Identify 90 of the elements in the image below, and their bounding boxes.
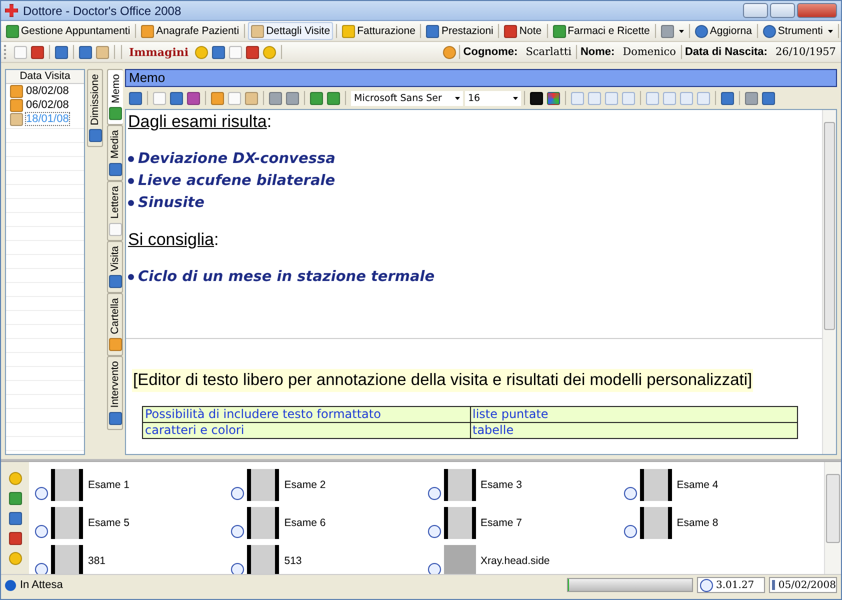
clock-icon xyxy=(428,487,440,500)
visit-row[interactable]: 06/02/08 xyxy=(6,98,84,112)
bullet-icon xyxy=(128,200,134,206)
side-tab[interactable]: Dimissione xyxy=(87,69,103,148)
image-label: Esame 3 xyxy=(480,479,522,491)
heading-text: Si consiglia: xyxy=(128,230,220,250)
bullet-item: Sinusite xyxy=(138,194,204,213)
image-label: Esame 6 xyxy=(284,517,326,529)
image-label: Esame 7 xyxy=(480,517,522,529)
minimize-button[interactable] xyxy=(743,3,768,18)
bullet-icon xyxy=(128,274,134,280)
clock-icon xyxy=(35,487,48,500)
image-label: Esame 2 xyxy=(284,479,326,491)
menu-item[interactable]: Fatturazione xyxy=(340,22,418,40)
side-tab[interactable]: Lettera xyxy=(107,180,123,240)
field-value: Scarlatti xyxy=(526,46,572,58)
bullet-item: Ciclo di un mese in stazione termale xyxy=(138,268,435,287)
images-label: Immagini xyxy=(129,46,189,58)
caret-icon xyxy=(678,30,684,32)
menu-item[interactable]: Note xyxy=(502,22,544,40)
image-label: 381 xyxy=(88,555,106,567)
side-tab[interactable]: Memo xyxy=(107,69,123,126)
image-label: Esame 5 xyxy=(88,517,130,529)
clock-icon xyxy=(428,525,440,538)
scrollbar[interactable] xyxy=(822,110,836,454)
bullet-item: Deviazione DX-convessa xyxy=(138,150,336,169)
thumbnail-image[interactable] xyxy=(247,469,280,501)
image-label: Esame 4 xyxy=(676,479,718,491)
thumbnail-image[interactable] xyxy=(444,469,476,501)
menu-item[interactable]: Aggiorna xyxy=(692,22,754,40)
caret-icon xyxy=(513,96,518,100)
scrollbar[interactable] xyxy=(824,462,841,574)
menu-item[interactable]: Gestione Appuntamenti xyxy=(4,22,132,40)
thumbnail-image[interactable] xyxy=(444,545,476,574)
table-cell: liste puntate xyxy=(470,406,798,422)
table-cell: caratteri e colori xyxy=(142,422,470,438)
field-label: Cognome: xyxy=(463,46,518,58)
table-cell: tabelle xyxy=(470,422,798,438)
side-tab[interactable]: Media xyxy=(107,125,123,181)
note-text: [Editor di testo libero per annotazione della visita e risultati dei modelli personalizzati] xyxy=(132,369,754,392)
field-label: Nome: xyxy=(580,46,615,58)
clock-icon xyxy=(428,563,440,574)
side-tab[interactable]: Visita xyxy=(107,240,123,293)
field-label: Data di Nascita: xyxy=(684,46,768,58)
size-dropdown[interactable]: 16 xyxy=(465,90,521,106)
date-field: 05/02/2008 xyxy=(769,577,837,593)
clock-icon xyxy=(35,525,48,538)
caret-icon xyxy=(455,96,460,100)
clock-icon xyxy=(624,487,637,500)
clock-icon xyxy=(624,525,637,538)
field-value: 26/10/1957 xyxy=(775,46,836,58)
clock-icon xyxy=(35,563,48,574)
caret-icon xyxy=(828,30,833,32)
image-label: 513 xyxy=(284,555,302,567)
menu-item[interactable]: Farmaci e Ricette xyxy=(550,22,652,40)
panel-header: Memo xyxy=(125,69,837,87)
side-tab[interactable]: Intervento xyxy=(107,356,123,430)
thumbnail-image[interactable] xyxy=(247,545,280,574)
image-label: Esame 1 xyxy=(88,479,130,491)
menu-item[interactable]: Prestazioni xyxy=(424,22,496,40)
font-dropdown[interactable]: Microsoft Sans Ser xyxy=(351,90,463,106)
close-button[interactable] xyxy=(797,3,837,18)
thumbnail-image[interactable] xyxy=(51,507,83,539)
thumbnail-image[interactable] xyxy=(51,469,83,501)
bullet-icon xyxy=(128,156,134,162)
visit-row[interactable]: 08/02/08 xyxy=(6,84,84,98)
menu-item[interactable]: Dettagli Visite xyxy=(248,22,334,40)
status-text: In Attesa xyxy=(20,579,63,591)
heading-text: Dagli esami risulta: xyxy=(128,112,273,132)
field-value: Domenico xyxy=(622,46,676,58)
table-cell: Possibilità di includere testo formattato xyxy=(142,406,470,422)
thumbnail-image[interactable] xyxy=(640,469,672,501)
bullet-icon xyxy=(128,178,134,184)
bullet-item: Lieve acufene bilaterale xyxy=(138,172,336,191)
clock-icon xyxy=(231,525,244,538)
time-field: 3.01.27 xyxy=(697,577,765,593)
image-label: Xray.head.side xyxy=(480,555,550,567)
thumbnail-image[interactable] xyxy=(247,507,280,539)
thumbnail-image[interactable] xyxy=(51,545,83,574)
thumbnail-image[interactable] xyxy=(444,507,476,539)
clock-icon xyxy=(231,563,244,574)
column-header[interactable]: Data Visita xyxy=(6,70,84,84)
side-tab[interactable]: Cartella xyxy=(107,293,123,356)
menu-item[interactable]: Anagrafe Pazienti xyxy=(139,22,242,40)
menu-item[interactable]: Strumenti xyxy=(760,22,835,40)
thumbnail-image[interactable] xyxy=(640,507,672,539)
window-title: Dottore - Doctor's Office 2008 xyxy=(23,4,182,18)
image-label: Esame 8 xyxy=(676,517,718,529)
maximize-button[interactable] xyxy=(770,3,795,18)
clock-icon xyxy=(231,487,244,500)
